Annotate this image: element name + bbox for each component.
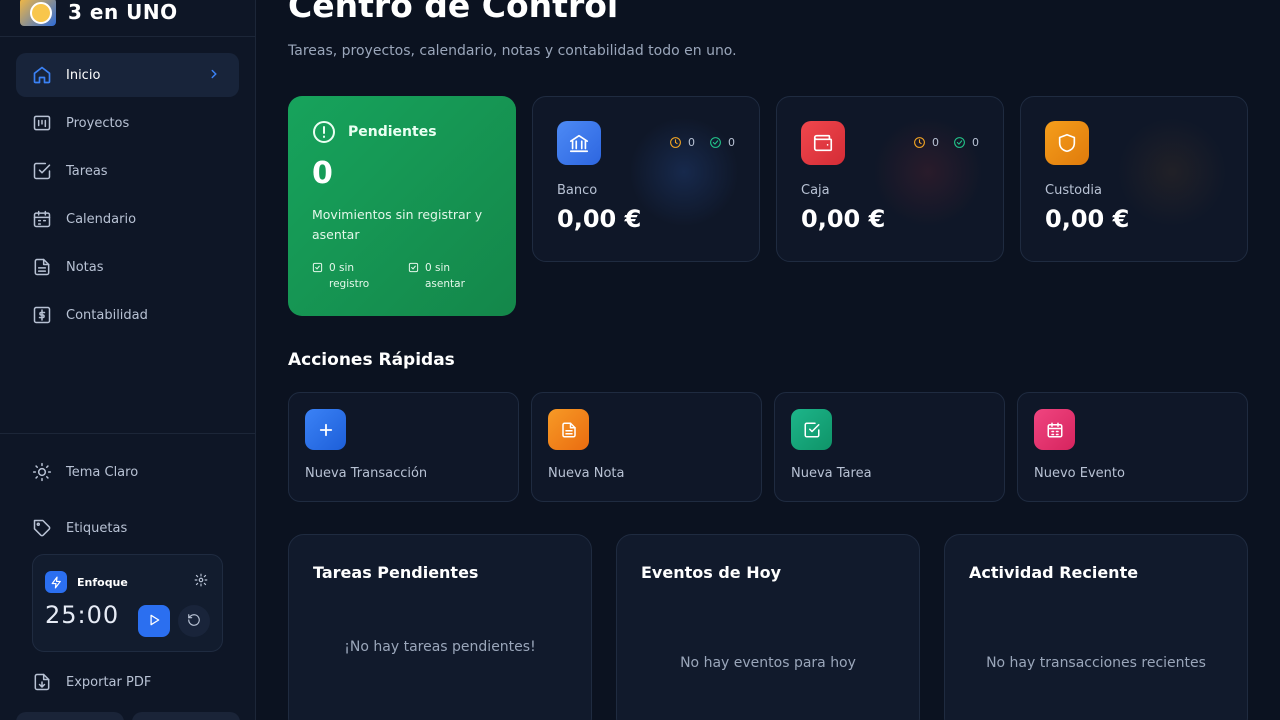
new-event-button[interactable]: Nuevo Evento <box>1017 392 1248 502</box>
today-events-panel: Eventos de Hoy No hay eventos para hoy <box>616 534 920 720</box>
export-pdf-button[interactable]: Exportar PDF <box>16 658 239 706</box>
unregistered-stat: 0 sin registro <box>312 260 392 292</box>
projects-icon <box>32 113 52 133</box>
clock-icon <box>913 136 926 149</box>
pending-title: Pendientes <box>348 124 437 140</box>
app-name: 3 en UNO <box>68 0 178 24</box>
bank-balance-card[interactable]: 0 0 Banco 0,00 € <box>532 96 760 262</box>
alert-icon <box>312 120 336 144</box>
quick-action-label: Nueva Tarea <box>791 466 872 481</box>
cash-counts: 0 0 <box>913 136 979 149</box>
divider <box>0 433 255 434</box>
sidebar-item-label: Proyectos <box>66 115 130 131</box>
sidebar-item-label: Contabilidad <box>66 307 148 323</box>
note-icon <box>548 409 589 450</box>
check-circle-icon <box>709 136 722 149</box>
quick-action-label: Nuevo Evento <box>1034 466 1125 481</box>
dollar-icon <box>32 305 52 325</box>
pending-description: Movimientos sin registrar y asentar <box>312 207 483 242</box>
bottom-button[interactable] <box>16 712 124 720</box>
check-square-icon <box>408 262 419 292</box>
shield-icon <box>1045 121 1089 165</box>
export-label: Exportar PDF <box>66 674 152 690</box>
check-square-icon <box>791 409 832 450</box>
sidebar-item-label: Calendario <box>66 211 137 227</box>
sidebar: 3 en UNO Inicio Proyectos Tareas Calenda… <box>0 0 256 720</box>
bottom-button[interactable] <box>132 712 240 720</box>
new-note-button[interactable]: Nueva Nota <box>531 392 762 502</box>
pending-tasks-panel: Tareas Pendientes ¡No hay tareas pendien… <box>288 534 592 720</box>
sidebar-item-tareas[interactable]: Tareas <box>16 149 239 193</box>
sidebar-item-notas[interactable]: Notas <box>16 245 239 289</box>
focus-time: 25:00 <box>45 601 120 629</box>
cash-balance-card[interactable]: 0 0 Caja 0,00 € <box>776 96 1004 262</box>
unposted-stat: 0 sin asentar <box>408 260 488 292</box>
tasks-icon <box>32 161 52 181</box>
reset-button[interactable] <box>178 605 210 637</box>
quick-actions-title: Acciones Rápidas <box>288 350 455 370</box>
gear-icon[interactable] <box>194 572 208 591</box>
play-icon <box>147 612 161 631</box>
tag-icon <box>32 518 52 538</box>
clock-icon <box>669 136 682 149</box>
empty-message: No hay transacciones recientes <box>986 655 1206 671</box>
theme-label: Tema Claro <box>66 464 139 480</box>
panel-title: Tareas Pendientes <box>313 563 479 582</box>
tags-link[interactable]: Etiquetas <box>16 504 239 552</box>
file-download-icon <box>32 672 52 692</box>
bank-counts: 0 0 <box>669 136 735 149</box>
bank-amount: 0,00 € <box>557 205 642 233</box>
tags-label: Etiquetas <box>66 520 128 536</box>
empty-message: ¡No hay tareas pendientes! <box>344 639 536 655</box>
check-circle-icon <box>953 136 966 149</box>
calendar-icon <box>32 209 52 229</box>
new-task-button[interactable]: Nueva Tarea <box>774 392 1005 502</box>
custody-label: Custodia <box>1045 183 1102 198</box>
sidebar-item-proyectos[interactable]: Proyectos <box>16 101 239 145</box>
wallet-icon <box>801 121 845 165</box>
custody-amount: 0,00 € <box>1045 205 1130 233</box>
plus-icon <box>305 409 346 450</box>
sidebar-bottom: Tema Claro Etiquetas <box>16 448 239 552</box>
panel-title: Eventos de Hoy <box>641 563 782 582</box>
focus-timer: Enfoque 25:00 <box>32 554 223 652</box>
sidebar-item-label: Notas <box>66 259 104 275</box>
recent-activity-panel: Actividad Reciente No hay transacciones … <box>944 534 1248 720</box>
app-logo <box>20 0 56 26</box>
sun-icon <box>32 462 52 482</box>
export-area: Exportar PDF <box>16 658 239 706</box>
quick-action-label: Nueva Transacción <box>305 466 428 481</box>
sidebar-item-inicio[interactable]: Inicio <box>16 53 239 97</box>
bolt-icon <box>45 571 67 593</box>
divider <box>0 36 255 37</box>
focus-label: Enfoque <box>77 575 128 589</box>
play-button[interactable] <box>138 605 170 637</box>
cash-amount: 0,00 € <box>801 205 886 233</box>
sidebar-item-calendario[interactable]: Calendario <box>16 197 239 241</box>
pending-count: 0 <box>312 156 333 191</box>
pending-card[interactable]: Pendientes 0 Movimientos sin registrar y… <box>288 96 516 316</box>
panel-title: Actividad Reciente <box>969 563 1139 582</box>
check-square-icon <box>312 262 323 292</box>
theme-toggle[interactable]: Tema Claro <box>16 448 239 496</box>
cash-label: Caja <box>801 183 830 198</box>
home-icon <box>32 65 52 85</box>
brand[interactable]: 3 en UNO <box>20 0 178 36</box>
page-title: Centro de Control <box>288 0 619 25</box>
notes-icon <box>32 257 52 277</box>
reset-icon <box>187 612 201 631</box>
sidebar-item-label: Tareas <box>66 163 108 179</box>
quick-action-label: Nueva Nota <box>548 466 625 481</box>
sidebar-item-label: Inicio <box>66 67 101 83</box>
bank-icon <box>557 121 601 165</box>
page-subtitle: Tareas, proyectos, calendario, notas y c… <box>288 43 737 59</box>
calendar-icon <box>1034 409 1075 450</box>
chevron-right-icon <box>207 67 221 85</box>
main-nav: Inicio Proyectos Tareas Calendario Notas… <box>16 53 239 341</box>
custody-balance-card[interactable]: Custodia 0,00 € <box>1020 96 1248 262</box>
new-transaction-button[interactable]: Nueva Transacción <box>288 392 519 502</box>
bank-label: Banco <box>557 183 598 198</box>
sidebar-item-contabilidad[interactable]: Contabilidad <box>16 293 239 337</box>
empty-message: No hay eventos para hoy <box>680 655 856 671</box>
